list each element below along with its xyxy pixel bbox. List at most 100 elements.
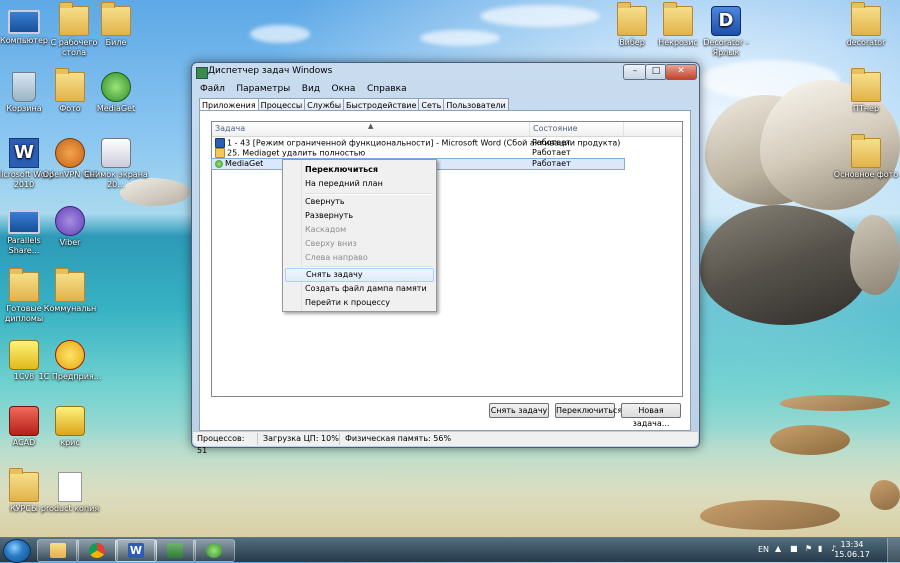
menu-item-end-task[interactable]: Снять задачу xyxy=(285,268,434,282)
beach-rock xyxy=(870,480,900,510)
status-cpu: Загрузка ЦП: 10% xyxy=(259,433,340,445)
mediaget-icon xyxy=(206,543,222,558)
minimize-button[interactable]: – xyxy=(623,64,647,80)
taskbar-word[interactable]: W xyxy=(115,539,157,562)
beach-rock xyxy=(770,425,850,455)
folder-icon xyxy=(55,268,85,302)
action-center-icon[interactable]: ⚑ xyxy=(805,544,812,553)
status-processes: Процессов: 51 xyxy=(193,433,258,455)
cloud xyxy=(480,5,600,27)
parallels-icon xyxy=(8,210,40,234)
viber-icon xyxy=(55,206,85,236)
desktop-icon-document[interactable]: product копия xyxy=(37,472,103,514)
column-header-task[interactable]: Задача ▲ xyxy=(212,122,530,136)
system-clock[interactable]: 13:34 15.06.17 xyxy=(832,540,872,560)
status-memory: Физическая память: 56% xyxy=(345,434,452,443)
cloud xyxy=(420,30,500,46)
folder-icon xyxy=(9,268,39,302)
menu-options[interactable]: Параметры xyxy=(232,83,294,95)
applications-panel: Задача ▲ Состояние 1 - 43 [Режим огранич… xyxy=(199,110,691,431)
desktop-icon-1c-enterprise[interactable]: 1С Предприя... xyxy=(37,340,103,382)
menu-item-minimize[interactable]: Свернуть xyxy=(285,195,434,208)
taskbar-chrome[interactable] xyxy=(76,539,118,562)
word-icon: W xyxy=(128,543,144,558)
menu-item-bring-to-front[interactable]: На передний план xyxy=(285,177,434,190)
word-icon xyxy=(215,138,225,148)
sort-up-icon: ▲ xyxy=(368,122,374,130)
1c-icon xyxy=(9,340,39,370)
taskbar-task-manager[interactable] xyxy=(154,539,196,562)
desktop-icon-viber[interactable]: Viber xyxy=(37,206,103,248)
folder-icon xyxy=(663,2,693,36)
tab-strip: Приложения Процессы Службы Быстродействие Се… xyxy=(199,97,509,113)
column-header-status[interactable]: Состояние xyxy=(530,122,624,136)
cloud xyxy=(250,25,310,43)
new-task-button[interactable]: Новая задача... xyxy=(621,403,681,428)
desktop-icon-folder[interactable]: decorator xyxy=(833,2,899,48)
show-hidden-icons[interactable]: ▲ xyxy=(775,544,781,553)
1c-enterprise-icon xyxy=(55,340,85,370)
close-button[interactable]: ✕ xyxy=(665,64,697,80)
menu-item-maximize[interactable]: Развернуть xyxy=(285,209,434,222)
menu-file[interactable]: Файл xyxy=(196,83,229,95)
window-title: Диспетчер задач Windows xyxy=(208,66,333,76)
desktop-icon-mediaget[interactable]: MediaGet xyxy=(83,72,149,114)
boulder xyxy=(850,215,900,295)
chrome-icon xyxy=(89,543,105,558)
desktop-icon-folder[interactable]: ПТнер xyxy=(833,68,899,114)
autocad-icon xyxy=(9,406,39,436)
folder-icon xyxy=(851,134,881,168)
beach-rock xyxy=(780,395,890,411)
menu-item-tile-vertically: Сверху вниз xyxy=(305,239,357,248)
word-icon: W xyxy=(9,138,39,168)
menu-item-switch-to[interactable]: Переключиться xyxy=(285,163,434,176)
taskbar-explorer[interactable] xyxy=(37,539,79,562)
desktop-icon-folder[interactable]: Основное фото xyxy=(833,134,899,180)
list-header: Задача ▲ Состояние xyxy=(212,122,682,137)
table-row[interactable]: 25. Mediaget удалить полностью Работает xyxy=(212,148,624,158)
menu-item-create-dump-file[interactable]: Создать файл дампа памяти xyxy=(285,282,434,295)
openvpn-icon xyxy=(55,138,85,168)
desktop-icon-kris[interactable]: крис xyxy=(37,406,103,448)
folder-icon xyxy=(9,468,39,502)
switch-to-button[interactable]: Переключиться xyxy=(555,403,622,418)
clock-date: 15.06.17 xyxy=(834,550,870,559)
folder-icon xyxy=(851,2,881,36)
title-bar[interactable]: Диспетчер задач Windows – □ ✕ xyxy=(192,63,699,81)
menu-item-go-to-process[interactable]: Перейти к процессу xyxy=(285,296,434,309)
decorator-icon: D xyxy=(711,6,741,36)
table-row[interactable]: 1 - 43 [Режим ограниченной функционально… xyxy=(212,138,624,148)
folder-icon xyxy=(617,2,647,36)
taskbar: W EN ▲ ■ ⚑ ▮ ♪ 13:34 15.06.17 xyxy=(0,537,900,563)
network-icon[interactable]: ▮ xyxy=(818,544,822,553)
desktop-icon-decorator-shortcut[interactable]: D Decorator - Ярлык xyxy=(693,6,759,58)
desktop-icon-folder[interactable]: Коммунальн xyxy=(37,268,103,314)
desktop-icon-folder[interactable]: Биле xyxy=(83,2,149,48)
language-indicator[interactable]: EN xyxy=(758,545,769,554)
mediaget-icon xyxy=(215,159,223,168)
maximize-button[interactable]: □ xyxy=(645,64,667,80)
menu-item-tile-horizontally: Слева направо xyxy=(305,253,368,262)
start-button[interactable] xyxy=(3,539,31,563)
recycle-bin-icon xyxy=(12,72,36,102)
computer-icon xyxy=(8,10,40,34)
document-icon xyxy=(58,472,82,502)
menu-help[interactable]: Справка xyxy=(363,83,411,95)
folder-icon xyxy=(215,148,225,158)
menu-item-cascade: Каскадом xyxy=(305,225,347,234)
status-bar: Процессов: 51 Загрузка ЦП: 10% Физическа… xyxy=(193,431,698,455)
menu-bar: Файл Параметры Вид Окна Справка xyxy=(196,81,695,95)
menu-view[interactable]: Вид xyxy=(298,83,324,95)
task-manager-window[interactable]: Диспетчер задач Windows – □ ✕ Файл Парам… xyxy=(191,62,700,455)
tray-app-icon[interactable]: ■ xyxy=(790,544,798,553)
desktop-icon-screenshot[interactable]: Снимок экрана 20... xyxy=(83,138,149,190)
end-task-button[interactable]: Снять задачу xyxy=(489,403,549,418)
task-manager-icon xyxy=(167,543,183,558)
taskbar-mediaget[interactable] xyxy=(193,539,235,562)
context-menu: Переключиться На передний план Свернуть … xyxy=(282,159,437,312)
folder-icon xyxy=(851,68,881,102)
folder-icon xyxy=(50,543,66,558)
clock-time: 13:34 xyxy=(840,540,864,549)
show-desktop-button[interactable] xyxy=(887,538,900,562)
menu-windows[interactable]: Окна xyxy=(328,83,360,95)
